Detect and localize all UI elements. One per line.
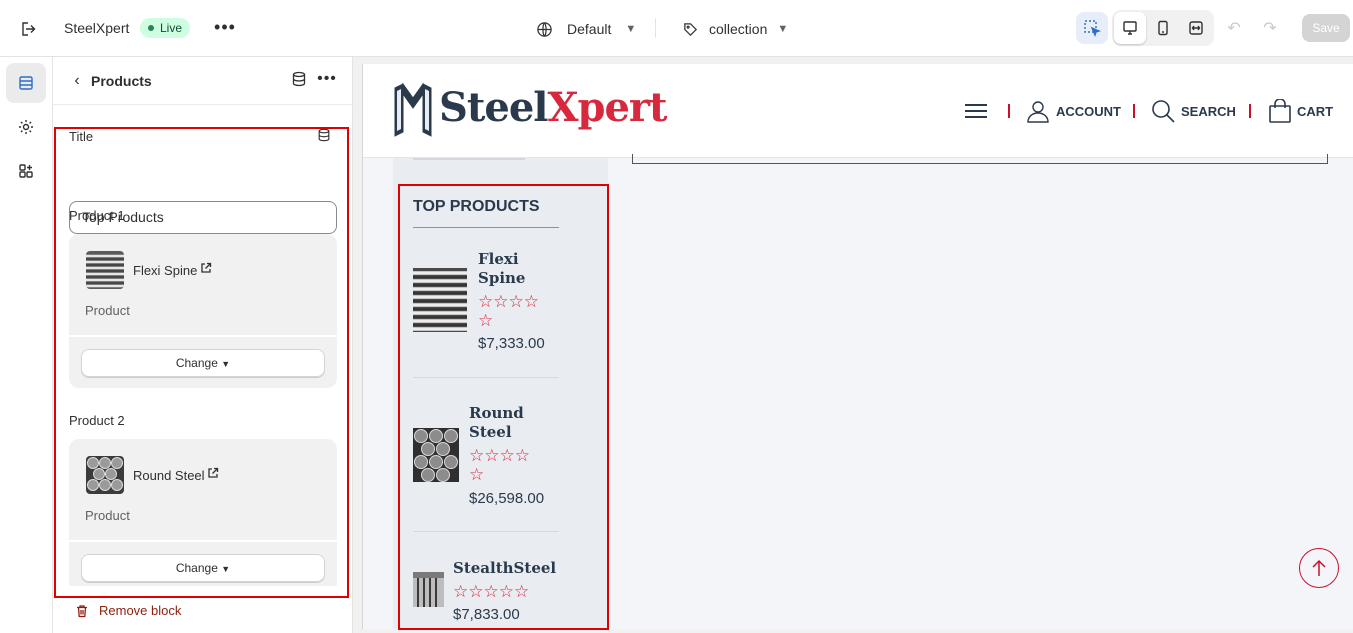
scroll-to-top-button[interactable] (1299, 548, 1339, 588)
full-width-view-icon[interactable] (1180, 12, 1212, 44)
theme-selector[interactable]: Default ▼ (536, 17, 636, 41)
redo-icon[interactable]: ↷ (1258, 17, 1282, 41)
tag-icon (684, 22, 698, 36)
divider (655, 18, 656, 38)
status-badge: Live (140, 18, 191, 38)
settings-highlight-frame (54, 127, 349, 598)
panel-header: ‹ Products ••• (53, 57, 353, 105)
nav-divider (1249, 104, 1251, 118)
editor-rail (0, 57, 53, 633)
logo-text-part2: Xpert (547, 84, 667, 131)
logo-icon (393, 82, 435, 138)
nav-cart[interactable]: CART (1269, 94, 1333, 128)
theme-label: Default (567, 21, 612, 37)
search-icon (1152, 100, 1175, 123)
hamburger-menu-icon[interactable] (965, 94, 987, 128)
cart-bag-icon (1269, 99, 1291, 123)
filter-box-edge (413, 158, 525, 160)
undo-icon[interactable]: ↶ (1222, 17, 1246, 41)
preview-highlight-frame (398, 184, 609, 630)
apps-icon[interactable] (6, 151, 46, 191)
user-icon (1027, 101, 1049, 123)
chevron-down-icon: ▼ (625, 23, 637, 35)
more-actions-icon[interactable]: ••• (213, 17, 237, 41)
save-button[interactable]: Save (1302, 14, 1350, 42)
nav-search-label: SEARCH (1181, 103, 1236, 119)
store-name: SteelXpert (64, 20, 130, 36)
template-selector[interactable]: collection ▼ (682, 17, 788, 41)
database-icon[interactable] (291, 71, 311, 91)
nav-account[interactable]: ACCOUNT (1026, 94, 1121, 128)
arrow-up-icon (1312, 559, 1326, 576)
mobile-view-icon[interactable] (1147, 12, 1179, 44)
chevron-down-icon: ▼ (777, 23, 789, 35)
remove-block-label: Remove block (99, 603, 182, 618)
viewport-toggle (1112, 10, 1214, 46)
site-logo[interactable]: SteelXpert (439, 84, 667, 131)
template-label: collection (709, 21, 768, 37)
nav-account-label: ACCOUNT (1056, 103, 1121, 119)
globe-icon (537, 21, 552, 37)
nav-cart-label: CART (1297, 103, 1334, 119)
trash-icon (77, 604, 87, 617)
exit-icon[interactable] (16, 17, 40, 41)
more-options-icon[interactable]: ••• (315, 69, 339, 93)
back-arrow-icon[interactable]: ‹ (65, 69, 89, 93)
desktop-view-icon[interactable] (1114, 12, 1146, 44)
nav-divider (1008, 104, 1010, 118)
inspector-icon[interactable] (1076, 12, 1108, 44)
logo-text-part1: Steel (439, 84, 548, 131)
panel-title: Products (91, 73, 152, 89)
nav-divider (1133, 104, 1135, 118)
settings-gear-icon[interactable] (6, 107, 46, 147)
nav-search[interactable]: SEARCH (1151, 94, 1236, 128)
product-grid-frame (632, 154, 1328, 164)
remove-block-button[interactable]: Remove block (75, 603, 181, 618)
editor-topbar: SteelXpert Live ••• Default ▼ collection… (0, 0, 1353, 57)
site-header: SteelXpert ACCOUNT SEARCH CART (363, 64, 1353, 158)
sections-icon[interactable] (6, 63, 46, 103)
